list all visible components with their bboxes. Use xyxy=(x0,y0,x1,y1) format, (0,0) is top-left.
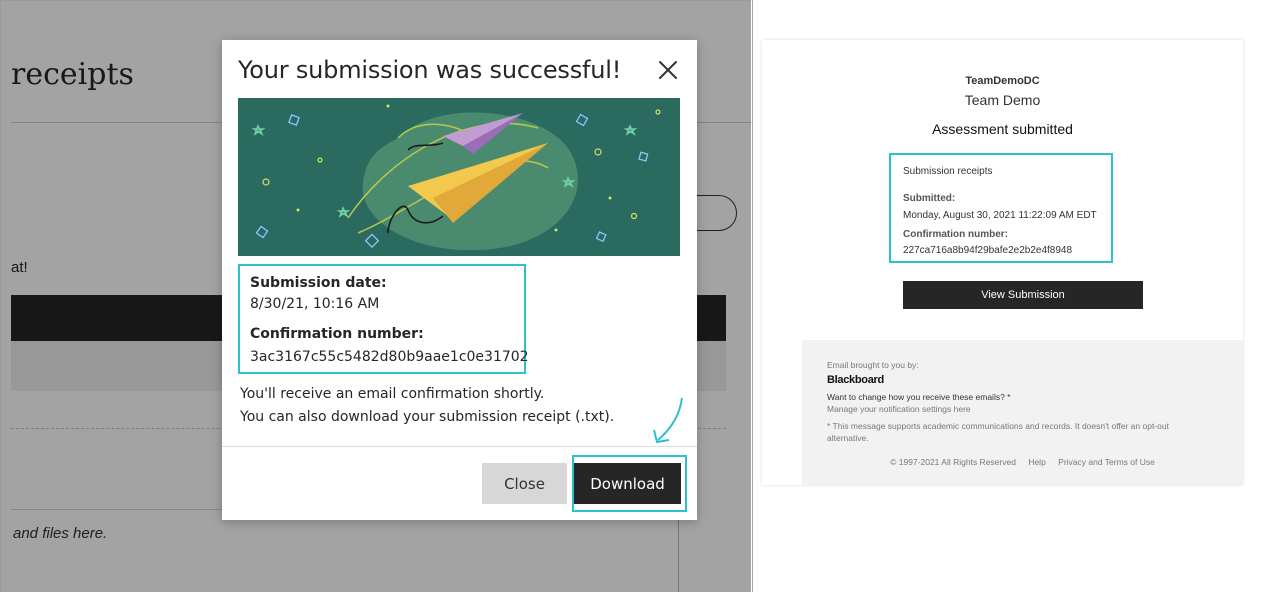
arrow-pointer-icon xyxy=(653,397,683,444)
download-notice: You can also download your submission re… xyxy=(240,409,615,425)
paper-plane-illustration xyxy=(238,98,680,256)
brought-by-text: Email brought to you by: xyxy=(827,360,919,370)
view-submission-button[interactable]: View Submission xyxy=(903,281,1143,309)
dialog-footer: Close Download xyxy=(222,446,697,520)
privacy-link[interactable]: Privacy and Terms of Use xyxy=(1058,457,1155,467)
receipts-title: Submission receipts xyxy=(903,166,993,177)
email-org: TeamDemoDC xyxy=(965,75,1040,87)
copyright-text: © 1997-2021 All Rights Reserved xyxy=(890,457,1016,467)
change-question: Want to change how you receive these ema… xyxy=(827,392,1011,402)
confirmation-number-label: Confirmation number: xyxy=(250,326,424,342)
email-footer: Email brought to you by: Blackboard Want… xyxy=(802,340,1243,485)
blackboard-logo: Blackboard xyxy=(827,374,884,386)
email-receipt-box: Submission receipts Submitted: Monday, A… xyxy=(889,153,1113,263)
help-link[interactable]: Help xyxy=(1028,457,1045,467)
download-button[interactable]: Download xyxy=(574,463,681,504)
email-confirmation-label: Confirmation number: xyxy=(903,229,1008,240)
email-heading: Assessment submitted xyxy=(932,121,1073,137)
close-icon[interactable] xyxy=(654,56,682,84)
email-confirmation-value: 227ca716a8b94f29bafe2e2b2e4f8948 xyxy=(903,245,1073,256)
email-notice: You'll receive an email confirmation sho… xyxy=(240,386,545,402)
confirmation-email: TeamDemoDC Team Demo Assessment submitte… xyxy=(762,40,1243,485)
panel-divider xyxy=(752,0,753,592)
dialog-title: Your submission was successful! xyxy=(238,56,622,84)
submission-details-box: Submission date: 8/30/21, 10:16 AM Confi… xyxy=(238,264,529,374)
submitted-value: Monday, August 30, 2021 11:22:09 AM EDT xyxy=(903,210,1097,221)
disclaimer-line-2: alternative. xyxy=(827,433,869,443)
manage-settings-link[interactable]: Manage your notification settings here xyxy=(827,404,971,414)
submission-date-label: Submission date: xyxy=(250,275,387,291)
disclaimer-line-1: * This message supports academic communi… xyxy=(827,421,1169,431)
close-button[interactable]: Close xyxy=(482,463,567,504)
submitted-label: Submitted: xyxy=(903,193,956,204)
email-team: Team Demo xyxy=(964,92,1041,108)
submission-date-value: 8/30/21, 10:16 AM xyxy=(250,296,380,312)
copyright-row: © 1997-2021 All Rights Reserved Help Pri… xyxy=(802,457,1243,467)
confirmation-number-value: 3ac3167c55c5482d80b9aae1c0e31702 xyxy=(250,349,529,365)
submission-success-dialog: Your submission was successful! Submissi… xyxy=(222,40,697,520)
